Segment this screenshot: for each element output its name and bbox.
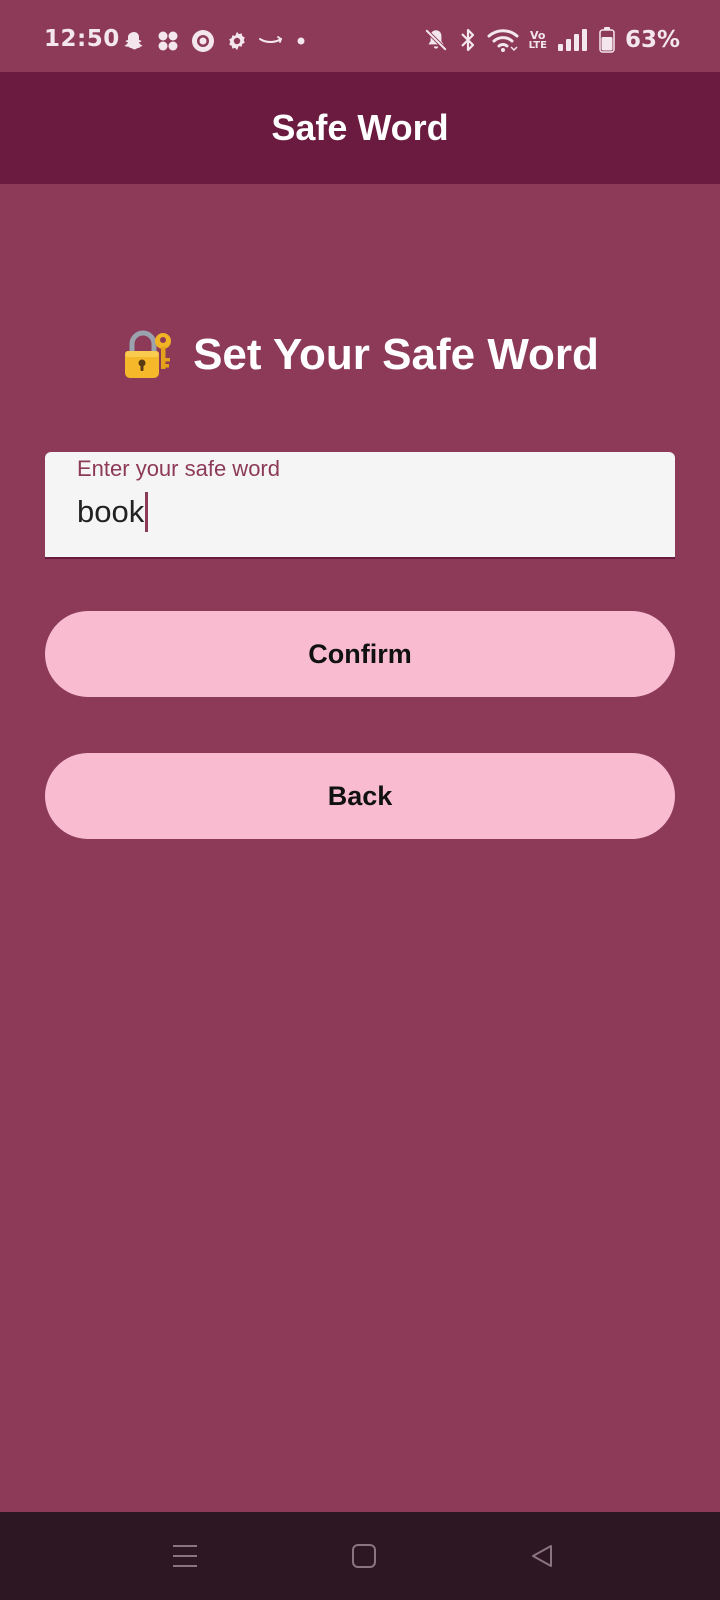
notification-icons (122, 26, 308, 56)
heading-title: Set Your Safe Word (193, 330, 599, 379)
volte-bottom-text: LTE (528, 39, 547, 51)
system-icons: Vo LTE 63% (423, 24, 680, 56)
volte-top-text: Vo (530, 28, 546, 42)
snapchat-icon (122, 29, 146, 53)
safe-word-input-label: Enter your safe word (77, 456, 280, 481)
status-time: 12:50 (44, 26, 120, 52)
back-button[interactable]: Back (45, 753, 675, 839)
bluetooth-icon (459, 27, 477, 53)
page-heading: Set Your Safe Word (0, 328, 720, 382)
clover-app-icon (156, 29, 180, 53)
app-bar-title: Safe Word (271, 107, 449, 148)
recent-apps-button[interactable] (165, 1536, 205, 1576)
bell-muted-icon (423, 27, 449, 53)
system-back-button[interactable] (522, 1536, 562, 1576)
wifi-icon (487, 27, 519, 53)
signal-icon (557, 28, 589, 52)
volte-icon: Vo LTE (529, 30, 547, 51)
safe-word-input-value-row[interactable]: book (77, 490, 149, 534)
home-square-icon (351, 1543, 377, 1569)
battery-percent: 63% (624, 27, 680, 53)
home-button[interactable] (344, 1536, 384, 1576)
safe-word-input-value[interactable]: book (77, 494, 144, 530)
battery-icon (599, 27, 615, 53)
status-bar: 12:50 Vo LTE 63% (0, 0, 720, 72)
circle-app-icon (190, 28, 216, 54)
dot-icon (294, 34, 308, 48)
back-triangle-icon (529, 1543, 555, 1569)
text-caret (145, 492, 149, 532)
settings-gear-icon (226, 30, 248, 52)
lock-with-key-icon (121, 328, 175, 382)
app-bar: Safe Word (0, 72, 720, 184)
safe-word-input[interactable]: Enter your safe word book (45, 452, 675, 559)
system-nav-bar (0, 1512, 720, 1600)
amazon-icon (258, 31, 284, 51)
confirm-button[interactable]: Confirm (45, 611, 675, 697)
menu-lines-icon (171, 1543, 199, 1569)
